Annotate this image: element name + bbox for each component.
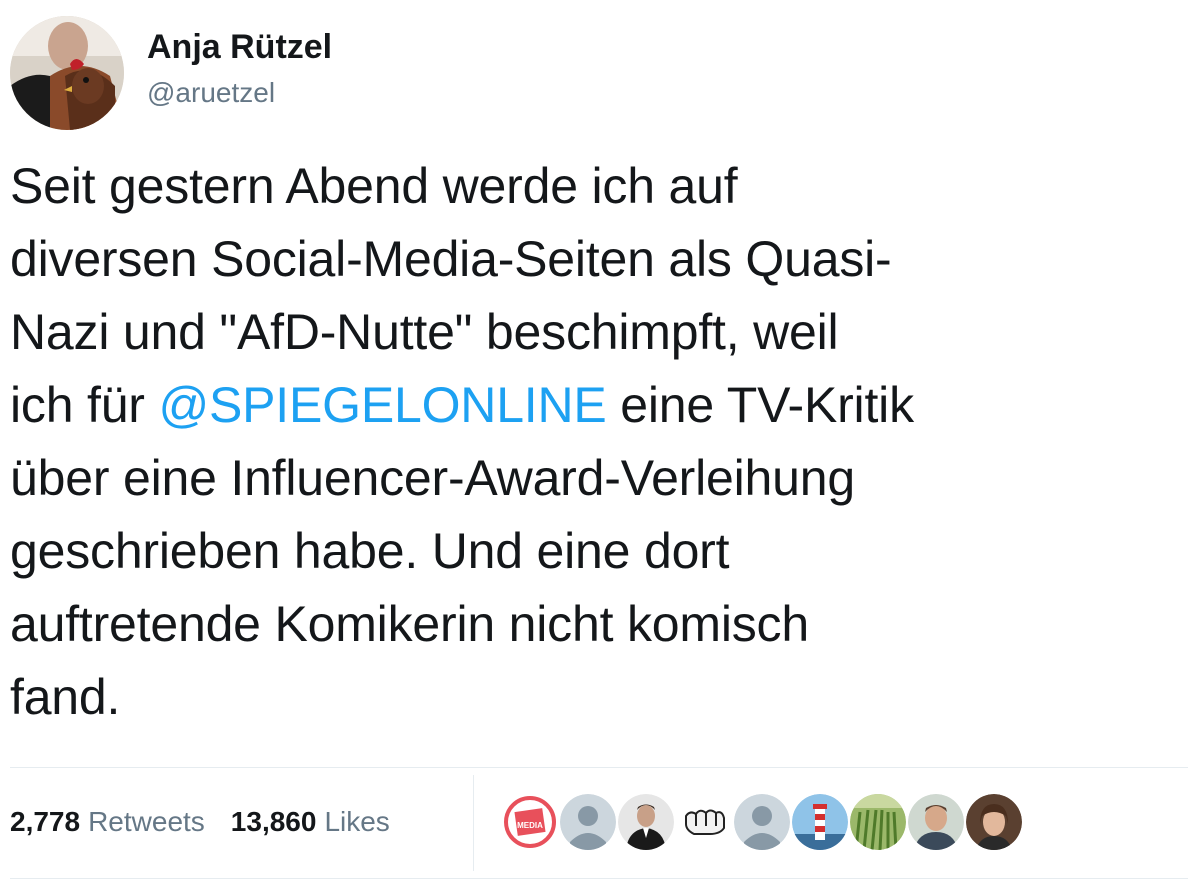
tweet-text-segment: auftretende Komikerin nicht komisch — [10, 596, 809, 652]
man-in-suit-icon — [618, 794, 674, 850]
tweet-header: Anja Rützel @aruetzel — [10, 16, 810, 134]
tweet-text-segment: über eine Influencer-Award-Verleihung — [10, 450, 855, 506]
tweet-text-segment: fand. — [10, 669, 121, 725]
tweet-line: über eine Influencer-Award-Verleihung — [10, 442, 1190, 515]
mention-link[interactable]: @SPIEGELONLINE — [158, 377, 606, 433]
fist-icon — [676, 794, 732, 850]
tweet-line: fand. — [10, 661, 1190, 734]
liker-avatar[interactable] — [734, 794, 790, 850]
tweet-text-segment: diversen Social-Media-Seiten als Quasi- — [10, 231, 892, 287]
media-logo-text: MEDIA — [517, 821, 543, 830]
woman-avatar-icon — [966, 794, 1022, 850]
tweet-line: auftretende Komikerin nicht komisch — [10, 588, 1190, 661]
tweet-text-segment: geschrieben habe. Und eine dort — [10, 523, 730, 579]
author-handle[interactable]: @aruetzel — [147, 74, 332, 112]
retweets-count: 2,778 — [10, 806, 81, 837]
liker-avatar[interactable] — [966, 794, 1022, 850]
tweet-line: Seit gestern Abend werde ich auf — [10, 150, 1190, 223]
man-avatar-icon — [908, 794, 964, 850]
tweet-line: diversen Social-Media-Seiten als Quasi- — [10, 223, 1190, 296]
retweets-stat[interactable]: 2,778 Retweets — [10, 806, 205, 838]
liker-avatar[interactable] — [676, 794, 732, 850]
tweet-card: Anja Rützel @aruetzel Seit gestern Abend… — [0, 0, 1200, 883]
stats-separator — [473, 775, 474, 871]
tweet-line: Nazi und "AfD-Nutte" beschimpft, weil — [10, 296, 1190, 369]
likes-label: Likes — [324, 806, 390, 837]
tweet-text: Seit gestern Abend werde ich auf diverse… — [10, 150, 1190, 734]
author-avatar[interactable] — [10, 16, 124, 130]
author-names: Anja Rützel @aruetzel — [147, 26, 332, 112]
retweets-label: Retweets — [88, 806, 205, 837]
author-photo-icon — [10, 16, 124, 130]
lighthouse-icon — [792, 794, 848, 850]
tweet-text-segment: eine TV-Kritik — [606, 377, 914, 433]
default-avatar-icon — [734, 794, 790, 850]
liker-avatar[interactable] — [618, 794, 674, 850]
tweet-text-segment: Nazi und "AfD-Nutte" beschimpft, weil — [10, 304, 839, 360]
field-icon — [850, 794, 906, 850]
likes-stat[interactable]: 13,860 Likes — [231, 806, 390, 838]
author-display-name[interactable]: Anja Rützel — [147, 26, 332, 68]
default-avatar-icon — [560, 794, 616, 850]
tweet-text-segment: Seit gestern Abend werde ich auf — [10, 158, 738, 214]
liker-avatar[interactable] — [560, 794, 616, 850]
divider — [10, 878, 1188, 879]
likes-count: 13,860 — [230, 806, 317, 837]
tweet-stats: 2,778 Retweets 13,860 Likes — [10, 800, 416, 844]
liker-avatar[interactable] — [792, 794, 848, 850]
liker-avatar[interactable] — [908, 794, 964, 850]
likers-avatars: MEDIA — [502, 794, 1024, 850]
media-logo-icon: MEDIA — [502, 794, 558, 850]
divider — [10, 767, 1188, 768]
tweet-line: ich für @SPIEGELONLINE eine TV-Kritik — [10, 369, 1190, 442]
liker-avatar[interactable]: MEDIA — [502, 794, 558, 850]
liker-avatar[interactable] — [850, 794, 906, 850]
tweet-line: geschrieben habe. Und eine dort — [10, 515, 1190, 588]
tweet-text-segment: ich für — [10, 377, 159, 433]
